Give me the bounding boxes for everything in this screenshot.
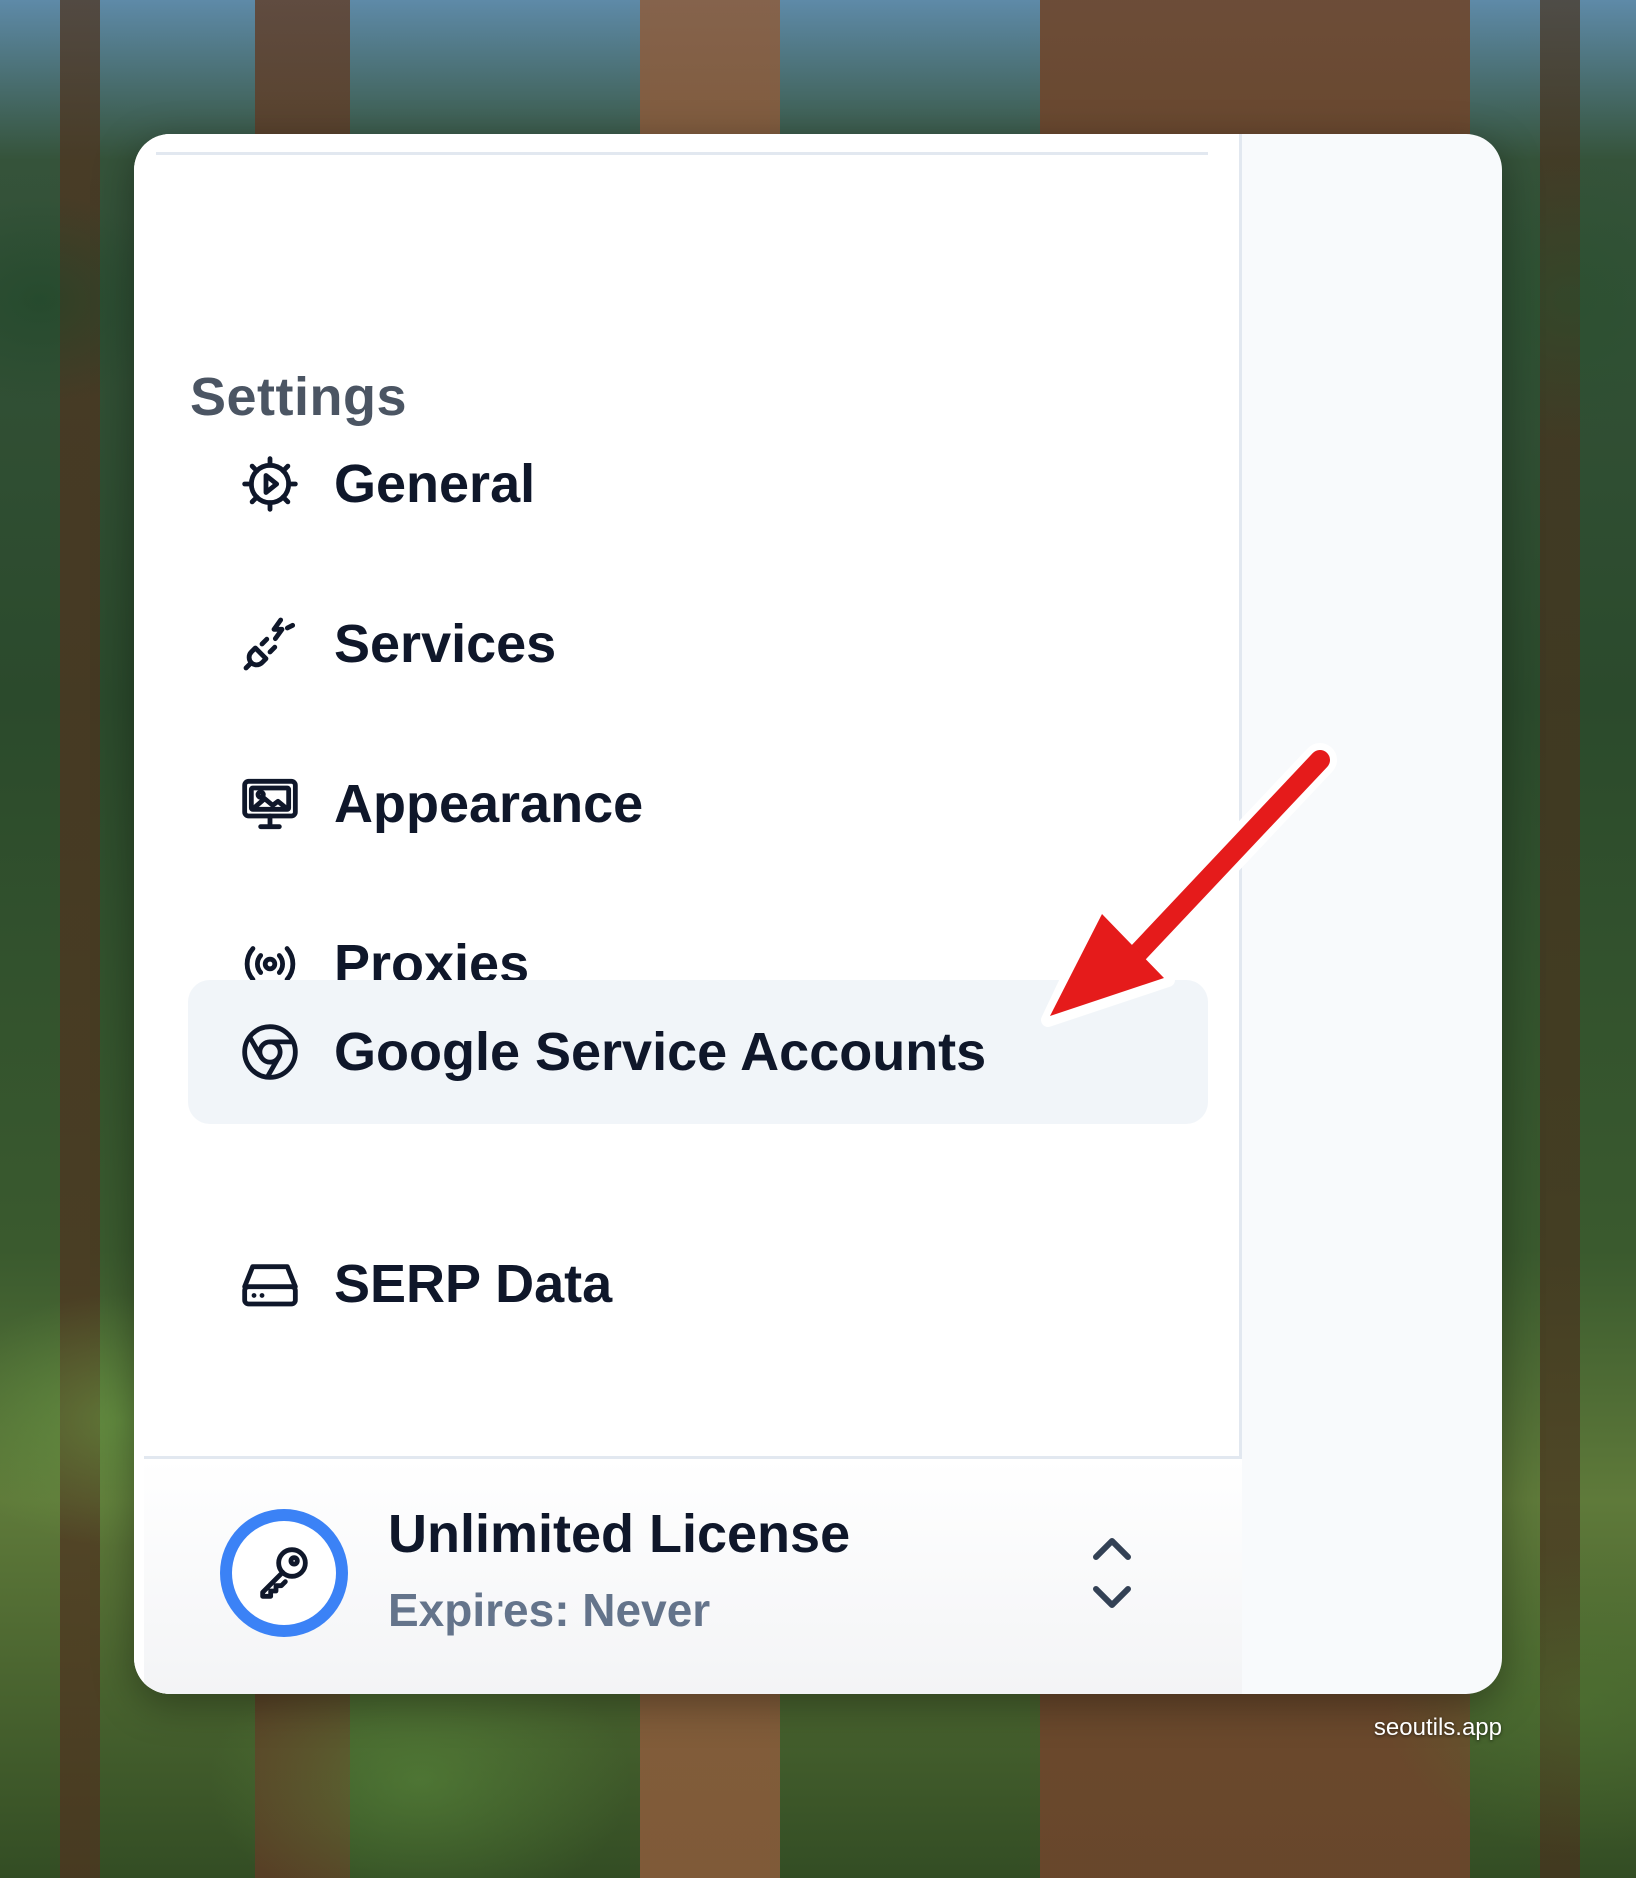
sidebar-item-google-service-accounts[interactable]: Google Service Accounts xyxy=(188,980,1208,1124)
watermark: seoutils.app xyxy=(1373,1714,1502,1741)
top-divider xyxy=(156,152,1208,155)
license-switcher[interactable]: Unlimited License Expires: Never xyxy=(144,1459,1242,1694)
chrome-icon xyxy=(238,1020,302,1084)
plug-icon xyxy=(238,612,302,676)
sidebar-item-label: Appearance xyxy=(334,774,644,834)
sidebar-item-general[interactable]: General xyxy=(188,412,1208,556)
sidebar-item-label: General xyxy=(334,454,536,514)
settings-window: Settings General Services Appearance Pro… xyxy=(134,134,1502,1694)
license-name: Unlimited License xyxy=(388,1504,851,1564)
key-icon xyxy=(252,1539,316,1608)
gear-icon xyxy=(238,452,302,516)
license-avatar xyxy=(220,1509,348,1637)
sidebar-item-label: SERP Data xyxy=(334,1254,613,1314)
monitor-image-icon xyxy=(238,772,302,836)
sidebar-item-serp-data[interactable]: SERP Data xyxy=(188,1212,1208,1356)
chevron-up-down-icon[interactable] xyxy=(1090,1529,1134,1617)
sidebar-item-appearance[interactable]: Appearance xyxy=(188,732,1208,876)
sidebar-item-label: Google Service Accounts xyxy=(334,1022,987,1082)
sidebar-item-services[interactable]: Services xyxy=(188,572,1208,716)
license-expiry: Expires: Never xyxy=(388,1584,711,1636)
sidebar-item-label: Services xyxy=(334,614,557,674)
hard-drive-icon xyxy=(238,1252,302,1316)
